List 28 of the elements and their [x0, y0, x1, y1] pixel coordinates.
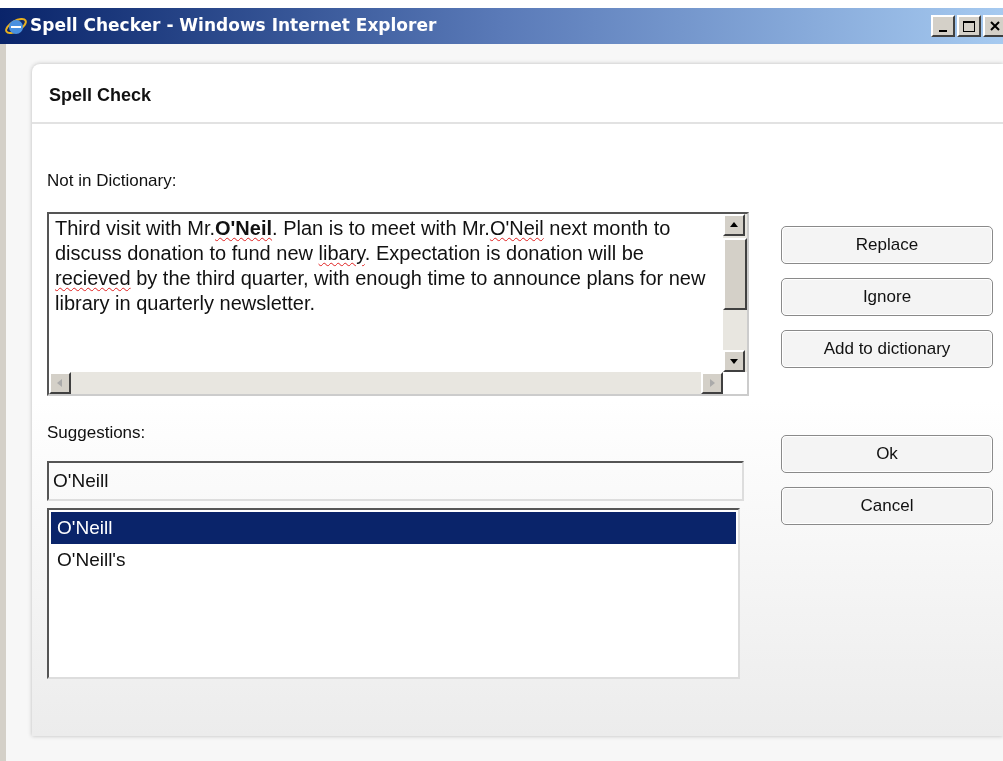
paragraph-text: Third visit with Mr.O'Neil. Plan is to meet with Mr.O'Neil next month to discuss donation to fund new libary. Expectation is donation will be recieved by the third quarter, with enough time to announce plans for new library in quarterly newsletter.	[54, 215, 707, 316]
suggestion-input-field[interactable]: O'Neill	[47, 461, 744, 501]
suggestions-label: Suggestions:	[47, 421, 147, 444]
window-title: Spell Checker - Windows Internet Explorer	[30, 14, 437, 38]
maximize-button[interactable]	[957, 15, 981, 37]
suggestion-item[interactable]: O'Neill	[51, 512, 736, 544]
close-button[interactable]	[983, 15, 1003, 37]
minimize-button[interactable]	[931, 15, 955, 37]
minimize-icon	[939, 30, 947, 32]
dialog-heading: Spell Check	[49, 83, 152, 107]
close-icon	[990, 21, 1000, 31]
scroll-thumb[interactable]	[723, 237, 747, 310]
dialog-button[interactable]: Ok	[781, 435, 993, 473]
action-button[interactable]: Ignore	[781, 278, 993, 316]
suggestion-item[interactable]: O'Neill's	[51, 544, 736, 576]
action-button[interactable]: Add to dictionary	[781, 330, 993, 368]
scroll-left-button[interactable]	[49, 371, 71, 394]
maximize-icon	[963, 20, 975, 32]
horizontal-scrollbar[interactable]	[49, 371, 723, 394]
suggestions-list[interactable]: O'Neill O'Neill's	[47, 508, 740, 679]
text-area[interactable]	[47, 211, 749, 396]
scroll-down-button[interactable]	[723, 349, 745, 372]
not-in-dictionary-label: Not in Dictionary:	[47, 170, 178, 192]
dialog-button[interactable]: Cancel	[781, 487, 993, 525]
scroll-up-button[interactable]	[723, 213, 745, 236]
action-button[interactable]: Replace	[781, 226, 993, 264]
vertical-scrollbar[interactable]	[723, 213, 747, 372]
scroll-right-button[interactable]	[701, 371, 723, 394]
